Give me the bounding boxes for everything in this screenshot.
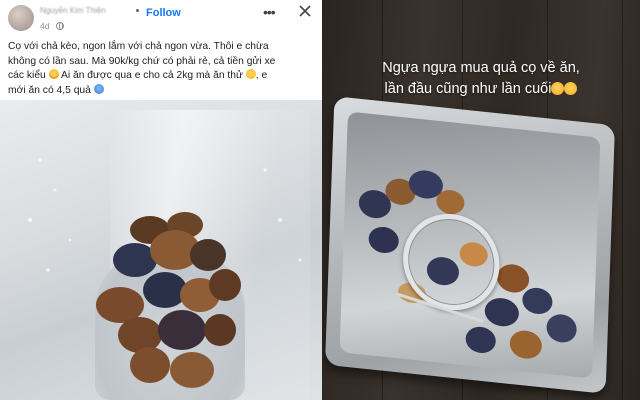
avatar[interactable] [8,5,34,31]
post-text-line: không có lần sau. Mà 90k/kg chứ có phải … [8,55,276,67]
post-text-line: Cọ với chả kèo, ngon lắm với chả ngon vừ… [8,41,269,52]
post-text-line: Ai ăn được qua e cho cả 2kg mà ăn thử [60,70,243,81]
caption-line-1: Ngựa ngựa mua quả cọ về ăn, [382,60,580,76]
story-caption: Ngựa ngựa mua quả cọ về ăn, lần đầu cũng… [322,58,640,100]
more-options-icon[interactable]: ••• [263,4,276,20]
close-icon[interactable] [298,4,312,18]
post-text-line: mới ăn có 4,5 quả [8,84,91,96]
globe-icon [56,22,64,30]
follow-button[interactable]: Follow [146,7,181,19]
post-text: Cọ với chả kèo, ngon lắm với chả ngon vừ… [8,40,316,98]
tray-rim [325,96,615,394]
post-time[interactable]: 4d [40,21,49,31]
tray-basin [339,111,601,379]
post-text-line: , e [255,70,268,81]
metal-tray [325,96,615,394]
post-text-line: các kiểu [8,70,46,81]
social-post: Nguyễn Kim Thiện 4d Follow ••• Cọ với ch… [0,0,322,400]
story-photo[interactable]: Ngựa ngựa mua quả cọ về ăn, lần đầu cũng… [322,0,640,400]
separator-dot [136,9,139,12]
grimace-emoji-icon [564,82,578,95]
sweat-smile-emoji-icon [48,69,59,79]
post-photo[interactable] [0,100,322,400]
post-header: Nguyễn Kim Thiện 4d Follow ••• [0,0,322,34]
palm-fruits-illustration [27,158,302,388]
fruit-cluster [96,212,241,388]
caption-line-2: lần đầu cũng như lần cuối [384,81,552,97]
grimace-emoji-icon [551,82,565,95]
cold-face-emoji-icon [93,83,104,94]
grin-emoji-icon [245,69,256,79]
author-name[interactable]: Nguyễn Kim Thiện [40,6,128,16]
